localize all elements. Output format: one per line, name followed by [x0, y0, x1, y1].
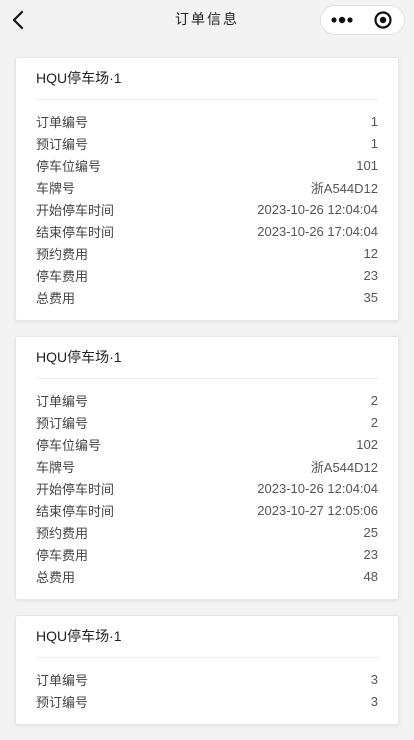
row-order-no: 订单编号 2	[36, 389, 378, 411]
row-reservation-fee: 预约费用 25	[36, 521, 378, 543]
label-total-fee: 总费用	[36, 569, 76, 585]
value-space-no: 102	[356, 436, 378, 452]
label-space-no: 停车位编号	[36, 158, 102, 174]
row-space-no: 停车位编号 101	[36, 154, 378, 176]
value-total-fee: 35	[363, 289, 378, 305]
label-start-time: 开始停车时间	[36, 202, 115, 218]
value-end-time: 2023-10-26 17:04:04	[257, 223, 378, 239]
label-reservation-fee: 预约费用	[36, 246, 89, 262]
label-order-no: 订单编号	[36, 393, 89, 409]
value-order-no: 2	[370, 392, 378, 408]
more-dots-icon	[331, 16, 353, 24]
order-card[interactable]: HQU停车场·1 订单编号 1 预订编号 1 停车位编号 101 车牌号 浙A5…	[15, 57, 399, 321]
label-order-no: 订单编号	[36, 114, 89, 130]
parking-lot-name: HQU停车场·1	[36, 616, 378, 658]
row-start-time: 开始停车时间 2023-10-26 12:04:04	[36, 198, 378, 220]
parking-lot-name: HQU停车场·1	[36, 337, 378, 379]
row-end-time: 结束停车时间 2023-10-26 17:04:04	[36, 220, 378, 242]
row-parking-fee: 停车费用 23	[36, 543, 378, 565]
label-parking-fee: 停车费用	[36, 268, 89, 284]
label-plate: 车牌号	[36, 180, 76, 196]
value-reservation-no: 2	[370, 414, 378, 430]
value-plate: 浙A544D12	[310, 180, 378, 196]
row-reservation-no: 预订编号 3	[36, 690, 378, 712]
label-plate: 车牌号	[36, 459, 76, 475]
more-button[interactable]	[321, 5, 363, 35]
value-plate: 浙A544D12	[310, 459, 378, 475]
close-circle-icon	[374, 11, 392, 29]
value-reservation-fee: 12	[363, 245, 378, 261]
order-list: HQU停车场·1 订单编号 1 预订编号 1 停车位编号 101 车牌号 浙A5…	[15, 57, 399, 740]
value-reservation-no: 3	[370, 693, 378, 709]
value-parking-fee: 23	[363, 546, 378, 562]
label-space-no: 停车位编号	[36, 437, 102, 453]
mini-program-capsule	[320, 5, 405, 35]
value-order-no: 3	[370, 671, 378, 687]
parking-lot-name: HQU停车场·1	[36, 58, 378, 100]
value-end-time: 2023-10-27 12:05:06	[257, 502, 378, 518]
value-start-time: 2023-10-26 12:04:04	[257, 201, 378, 217]
row-parking-fee: 停车费用 23	[36, 264, 378, 286]
label-total-fee: 总费用	[36, 290, 76, 306]
value-space-no: 101	[356, 157, 378, 173]
row-plate: 车牌号 浙A544D12	[36, 176, 378, 198]
value-parking-fee: 23	[363, 267, 378, 283]
row-order-no: 订单编号 3	[36, 668, 378, 690]
row-space-no: 停车位编号 102	[36, 433, 378, 455]
value-order-no: 1	[370, 113, 378, 129]
label-reservation-no: 预订编号	[36, 415, 89, 431]
value-total-fee: 48	[363, 568, 378, 584]
row-total-fee: 总费用 48	[36, 565, 378, 587]
row-reservation-fee: 预约费用 12	[36, 242, 378, 264]
row-total-fee: 总费用 35	[36, 286, 378, 308]
label-reservation-no: 预订编号	[36, 694, 89, 710]
close-button[interactable]	[363, 5, 405, 35]
order-card[interactable]: HQU停车场·1 订单编号 3 预订编号 3	[15, 615, 399, 725]
value-reservation-fee: 25	[363, 524, 378, 540]
row-order-no: 订单编号 1	[36, 110, 378, 132]
label-start-time: 开始停车时间	[36, 481, 115, 497]
row-reservation-no: 预订编号 2	[36, 411, 378, 433]
label-end-time: 结束停车时间	[36, 503, 115, 519]
label-reservation-fee: 预约费用	[36, 525, 89, 541]
row-reservation-no: 预订编号 1	[36, 132, 378, 154]
label-reservation-no: 预订编号	[36, 136, 89, 152]
value-reservation-no: 1	[370, 135, 378, 151]
row-start-time: 开始停车时间 2023-10-26 12:04:04	[36, 477, 378, 499]
label-order-no: 订单编号	[36, 672, 89, 688]
row-plate: 车牌号 浙A544D12	[36, 455, 378, 477]
label-parking-fee: 停车费用	[36, 547, 89, 563]
value-start-time: 2023-10-26 12:04:04	[257, 480, 378, 496]
label-end-time: 结束停车时间	[36, 224, 115, 240]
nav-bar: 订单信息	[0, 0, 414, 40]
row-end-time: 结束停车时间 2023-10-27 12:05:06	[36, 499, 378, 521]
order-card[interactable]: HQU停车场·1 订单编号 2 预订编号 2 停车位编号 102 车牌号 浙A5…	[15, 336, 399, 600]
